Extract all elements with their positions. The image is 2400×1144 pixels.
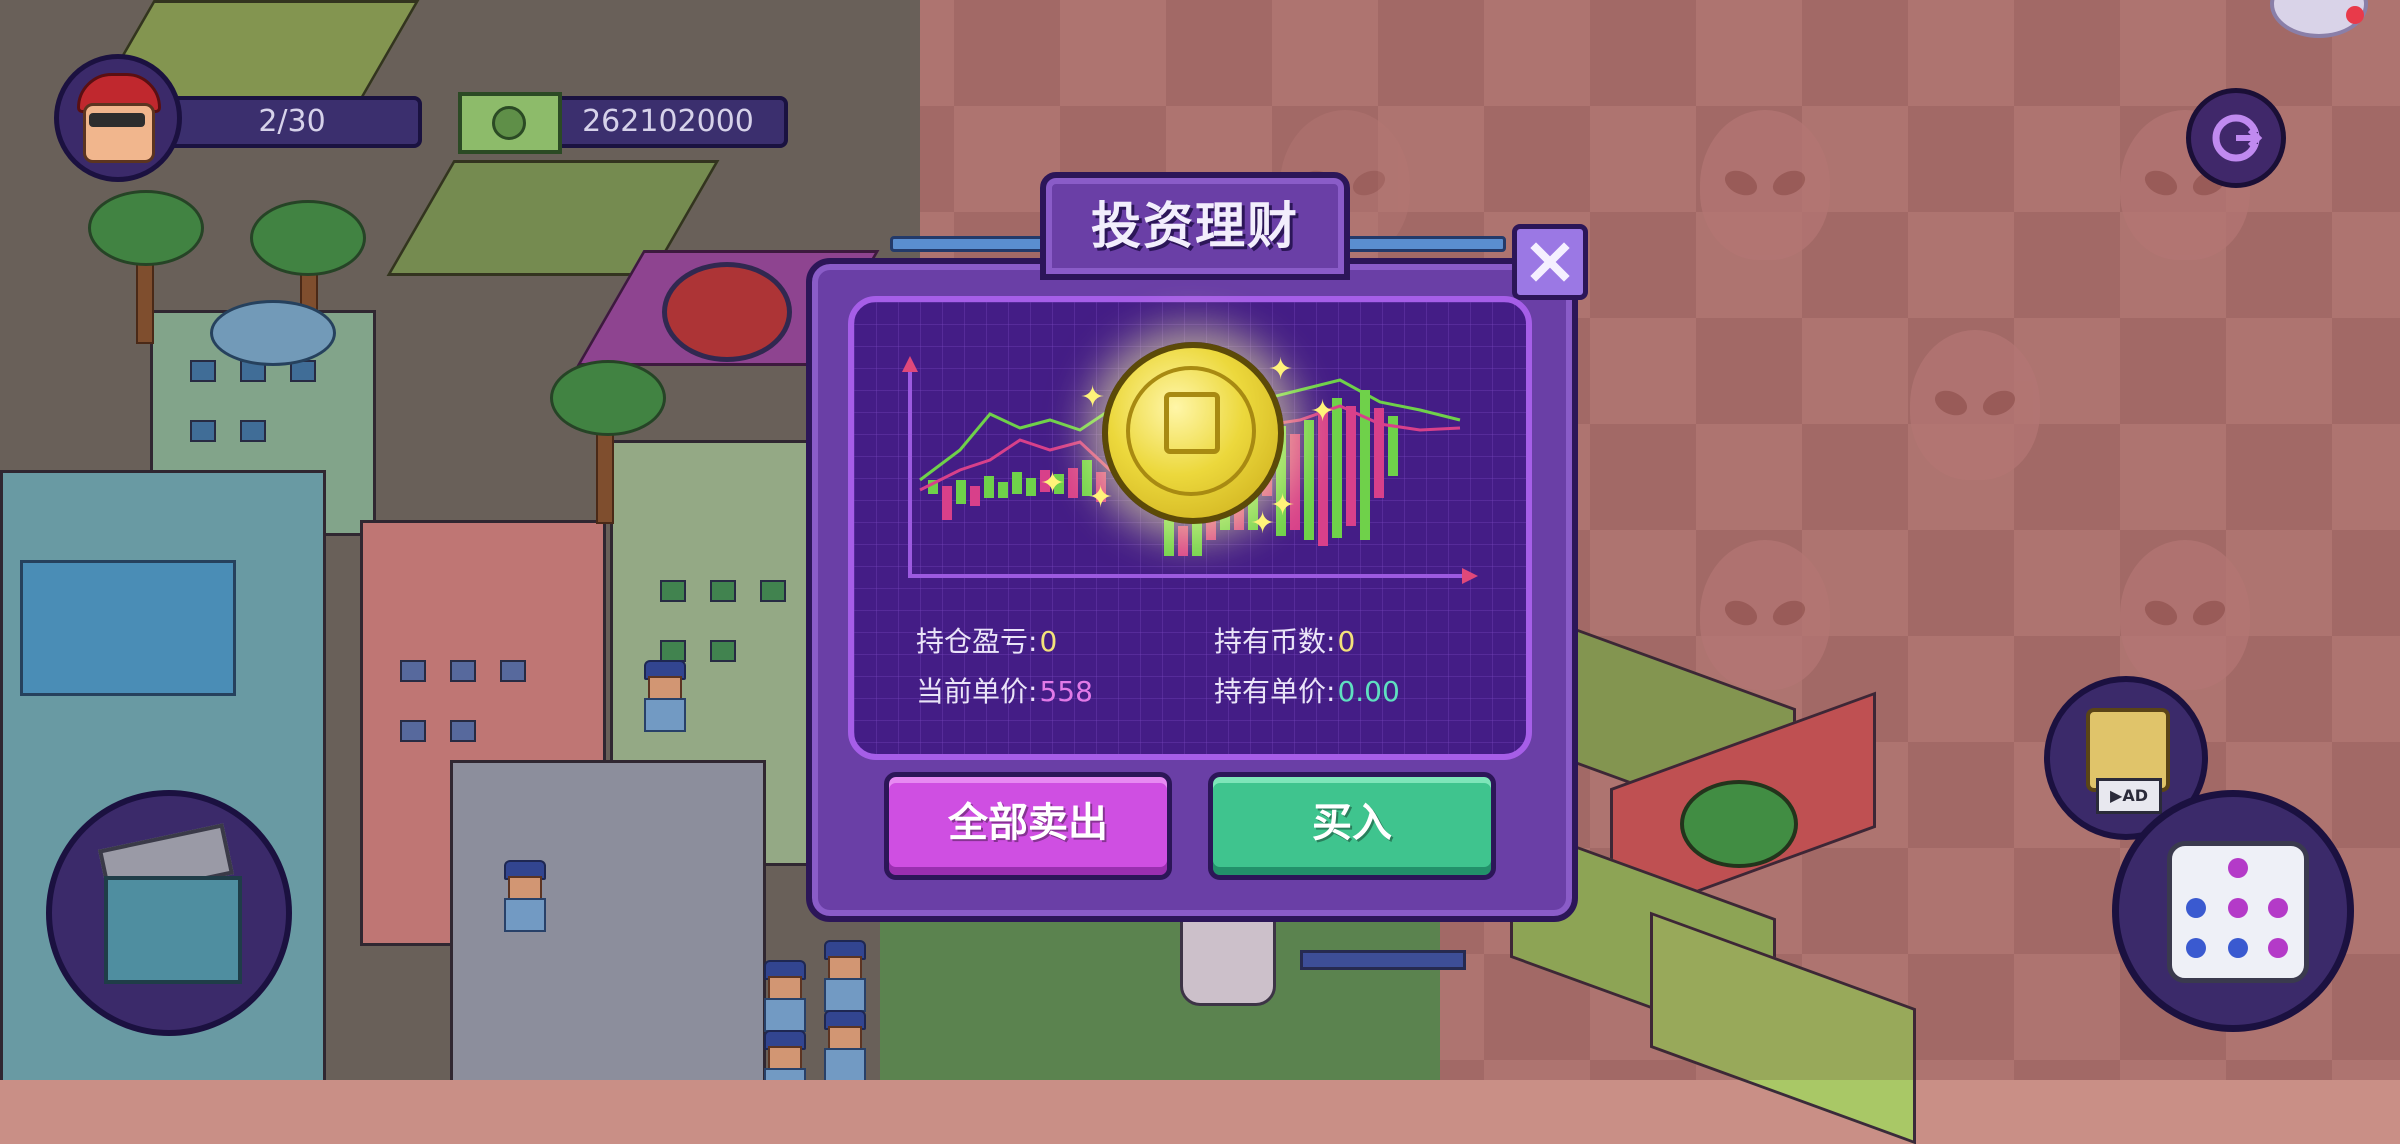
close-button[interactable] — [1512, 224, 1588, 300]
notification-dot — [2346, 6, 2364, 24]
current-price: 当前单价:558 — [916, 670, 1093, 710]
candle — [1346, 406, 1356, 526]
candle — [1192, 520, 1202, 556]
held-coins-value: 0 — [1337, 625, 1356, 658]
dialog-title: 投资理财 — [1091, 197, 1299, 255]
roll-dice-button[interactable] — [2112, 790, 2354, 1032]
treasure-chest-button[interactable] — [46, 790, 292, 1036]
position-pnl-label: 持仓盈亏: — [916, 625, 1038, 658]
dialog-pipe-decoration — [1340, 236, 1506, 252]
cash-icon — [458, 92, 562, 154]
candle — [1068, 468, 1078, 498]
turn-counter: 2/30 — [162, 96, 422, 148]
candle — [1318, 410, 1328, 546]
held-coins-label: 持有币数: — [1214, 625, 1336, 658]
held-avg-price-label: 持有单价: — [1214, 675, 1336, 708]
x-axis-arrow — [1462, 568, 1478, 584]
sparkle-icon: ✦ — [1250, 506, 1276, 541]
dialog-pipe-decoration — [890, 236, 1056, 252]
candle — [942, 486, 952, 520]
dice-icon — [2167, 841, 2309, 983]
candle — [1164, 520, 1174, 556]
candle — [1304, 420, 1314, 540]
candle — [1360, 390, 1370, 540]
player-avatar[interactable] — [54, 54, 182, 182]
sparkle-icon: ✦ — [1040, 466, 1066, 501]
position-pnl-value: 0 — [1039, 625, 1058, 658]
held-avg-price-value: 0.00 — [1337, 675, 1400, 708]
turn-counter-text: 2/30 — [258, 104, 326, 139]
sparkle-icon: ✦ — [1310, 394, 1336, 429]
candle — [1026, 478, 1036, 496]
position-pnl: 持仓盈亏:0 — [916, 620, 1057, 660]
buy-button[interactable]: 买入 — [1208, 772, 1496, 880]
held-avg-price: 持有单价:0.00 — [1214, 670, 1400, 710]
held-coins: 持有币数:0 — [1214, 620, 1355, 660]
current-price-label: 当前单价: — [916, 675, 1038, 708]
sparkle-icon: ✦ — [1088, 480, 1114, 515]
exit-button[interactable] — [2186, 88, 2286, 188]
sparkle-icon: ✦ — [1268, 352, 1294, 387]
candle — [984, 476, 994, 498]
close-icon — [1530, 242, 1570, 282]
candle — [998, 482, 1008, 498]
candle — [970, 486, 980, 506]
candle — [1178, 526, 1188, 556]
money-counter-text: 262102000 — [582, 104, 754, 139]
candle — [956, 480, 966, 504]
sell-all-button[interactable]: 全部卖出 — [884, 772, 1172, 880]
y-axis-arrow — [902, 356, 918, 372]
money-counter: 262102000 — [548, 96, 788, 148]
current-price-value: 558 — [1039, 675, 1093, 708]
coin-icon — [1102, 342, 1284, 524]
sparkle-icon: ✦ — [1080, 380, 1106, 415]
exit-icon — [2212, 114, 2263, 162]
candle — [1012, 472, 1022, 494]
